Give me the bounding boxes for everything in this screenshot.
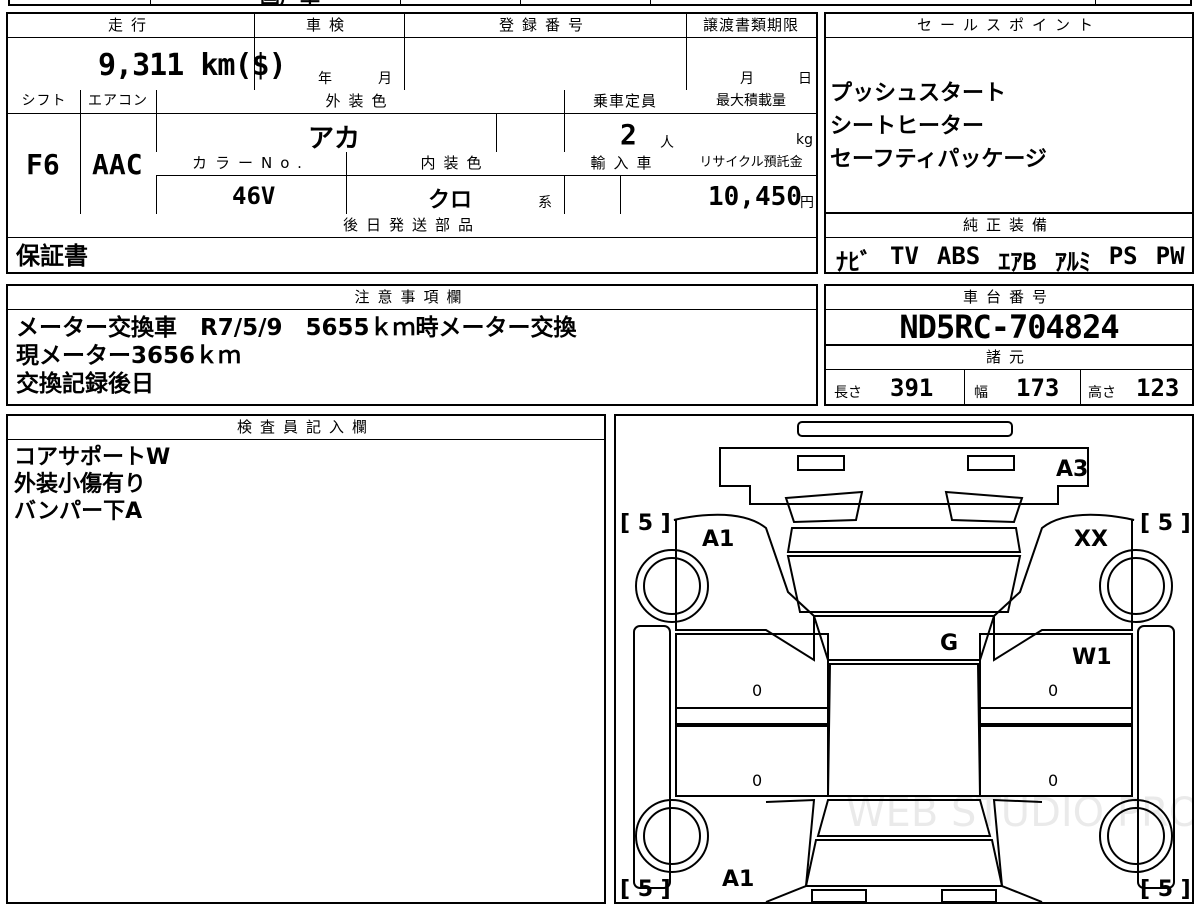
transfer-month: 月 <box>740 71 754 87</box>
inspector-line: コアサポートW <box>14 445 171 470</box>
equipment-header: 純正装備 <box>826 214 1192 238</box>
transfer-header: 譲渡書類期限 <box>686 14 816 38</box>
capacity-header: 乗車定員 <box>564 90 686 114</box>
import-header: 輸入車 <box>564 152 686 176</box>
equipment-item: ｴｱB <box>998 248 1037 276</box>
mileage-value: 9,311 km($) <box>98 48 287 83</box>
specs-header: 諸元 <box>826 346 1192 370</box>
sales-point-item: シートヒーター <box>830 114 985 139</box>
height-value: 123 <box>1136 374 1180 402</box>
equipment-item: ABS <box>936 242 981 270</box>
width-value: 173 <box>1016 374 1060 402</box>
inspector-line: 外装小傷有り <box>14 472 147 497</box>
equipment-item: PS <box>1108 242 1138 270</box>
inspector-header: 検査員記入欄 <box>8 416 604 440</box>
later-parts-value: 保証書 <box>16 242 88 270</box>
notes-line: 交換記録後日 <box>16 371 154 397</box>
inspector-panel: 検査員記入欄 コアサポートW 外装小傷有り バンパー下A <box>6 414 606 904</box>
sales-points-panel: セールスポイント プッシュスタート シートヒーター セーフティパッケージ <box>824 12 1194 214</box>
tire-fr-grade: [ 5 ] <box>1140 511 1191 536</box>
equipment-item: TV <box>890 242 919 270</box>
exterior-color-value: アカ <box>308 124 361 154</box>
damage-mark-w1: W1 <box>1072 645 1112 670</box>
width-label: 幅 <box>974 385 988 401</box>
vehicle-info-panel: 走行 車検 登録番号 譲渡書類期限 9,311 km($) 年 月 月 日 シフ… <box>6 12 818 274</box>
chassis-panel: 車台番号 ND5RC-704824 <box>824 284 1194 346</box>
interior-header: 内装色 <box>346 152 564 176</box>
length-label: 長さ <box>834 385 862 401</box>
capacity-value: 2 <box>620 118 637 151</box>
car-diagram-panel: [ 5 ] [ 5 ] [ 5 ] [ 5 ] A3 A1 XX G W1 A1… <box>614 414 1194 904</box>
sales-points-header: セールスポイント <box>826 14 1192 38</box>
max-load-unit: kg <box>796 132 813 148</box>
damage-mark-a3: A3 <box>1056 457 1088 482</box>
notes-panel: 注意事項欄 メーター交換車 R7/5/9 5655ｋｍ時メーター交換 現メーター… <box>6 284 818 406</box>
transfer-day: 日 <box>798 71 812 87</box>
inspection-month: 月 <box>378 71 392 87</box>
exterior-color-header: 外装色 <box>156 90 564 114</box>
tire-rr-grade: [ 5 ] <box>1140 877 1191 902</box>
ac-value: AAC <box>92 148 143 181</box>
equipment-item: ｱﾙﾐ <box>1054 248 1091 276</box>
height-label: 高さ <box>1088 385 1116 401</box>
recycle-header: リサイクル預託金 <box>686 152 816 176</box>
recycle-unit: 円 <box>800 195 814 211</box>
shift-header: シフト <box>8 90 80 114</box>
notes-line: 現メーター3656ｋｍ <box>16 343 242 369</box>
damage-mark-a1-front: A1 <box>702 527 734 552</box>
chassis-header: 車台番号 <box>826 286 1192 310</box>
length-value: 391 <box>890 374 934 402</box>
inspector-line: バンパー下A <box>14 499 143 524</box>
max-load-header: 最大積載量 <box>686 90 816 114</box>
watermark: WEB STUDIO PRO <box>846 790 1192 836</box>
damage-mark-a1-rear: A1 <box>722 867 754 892</box>
tire-rl-grade: [ 5 ] <box>620 877 671 902</box>
car-diagram: [ 5 ] [ 5 ] [ 5 ] [ 5 ] A3 A1 XX G W1 A1… <box>620 421 1192 902</box>
damage-mark-xx: XX <box>1074 527 1108 552</box>
door-rr-grade: 0 <box>1048 771 1058 790</box>
equipment-panel: 純正装備 ﾅﾋﾞ TV ABS ｴｱB ｱﾙﾐ PS PW <box>824 212 1194 277</box>
equipment-list: ﾅﾋﾞ TV ABS ｴｱB ｱﾙﾐ PS PW <box>836 242 1185 277</box>
equipment-item: PW <box>1155 242 1185 270</box>
sales-point-item: セーフティパッケージ <box>830 147 1047 172</box>
interior-suffix: 系 <box>538 195 552 211</box>
capacity-unit: 人 <box>660 135 674 151</box>
notes-header: 注意事項欄 <box>8 286 816 310</box>
door-fl-grade: 0 <box>752 681 762 700</box>
ac-header: エアコン <box>80 90 156 114</box>
chassis-value: ND5RC-704824 <box>899 308 1119 346</box>
tire-fl-grade: [ 5 ] <box>620 511 671 536</box>
mileage-header: 走行 <box>8 14 254 38</box>
color-no-value: 46V <box>232 182 276 210</box>
specs-panel: 諸元 長さ 391 幅 173 高さ 123 <box>824 344 1194 406</box>
sales-point-item: プッシュスタート <box>830 81 1007 106</box>
equipment-item: ﾅﾋﾞ <box>836 248 872 276</box>
color-no-header: カラーNo. <box>156 152 346 176</box>
shift-value: F6 <box>26 148 60 181</box>
inspection-year: 年 <box>318 71 332 87</box>
later-parts-header: 後日発送部品 <box>8 214 816 238</box>
inspection-header: 車検 <box>254 14 404 38</box>
registration-header: 登録番号 <box>404 14 686 38</box>
damage-mark-g: G <box>940 631 958 656</box>
notes-line: メーター交換車 R7/5/9 5655ｋｍ時メーター交換 <box>16 315 577 341</box>
interior-value: クロ <box>428 188 473 213</box>
top-strip: 国产車 <box>8 0 1192 9</box>
door-fr-grade: 0 <box>1048 681 1058 700</box>
recycle-value: 10,450 <box>708 182 802 212</box>
top-strip-text: 国产車 <box>260 0 320 9</box>
door-rl-grade: 0 <box>752 771 762 790</box>
